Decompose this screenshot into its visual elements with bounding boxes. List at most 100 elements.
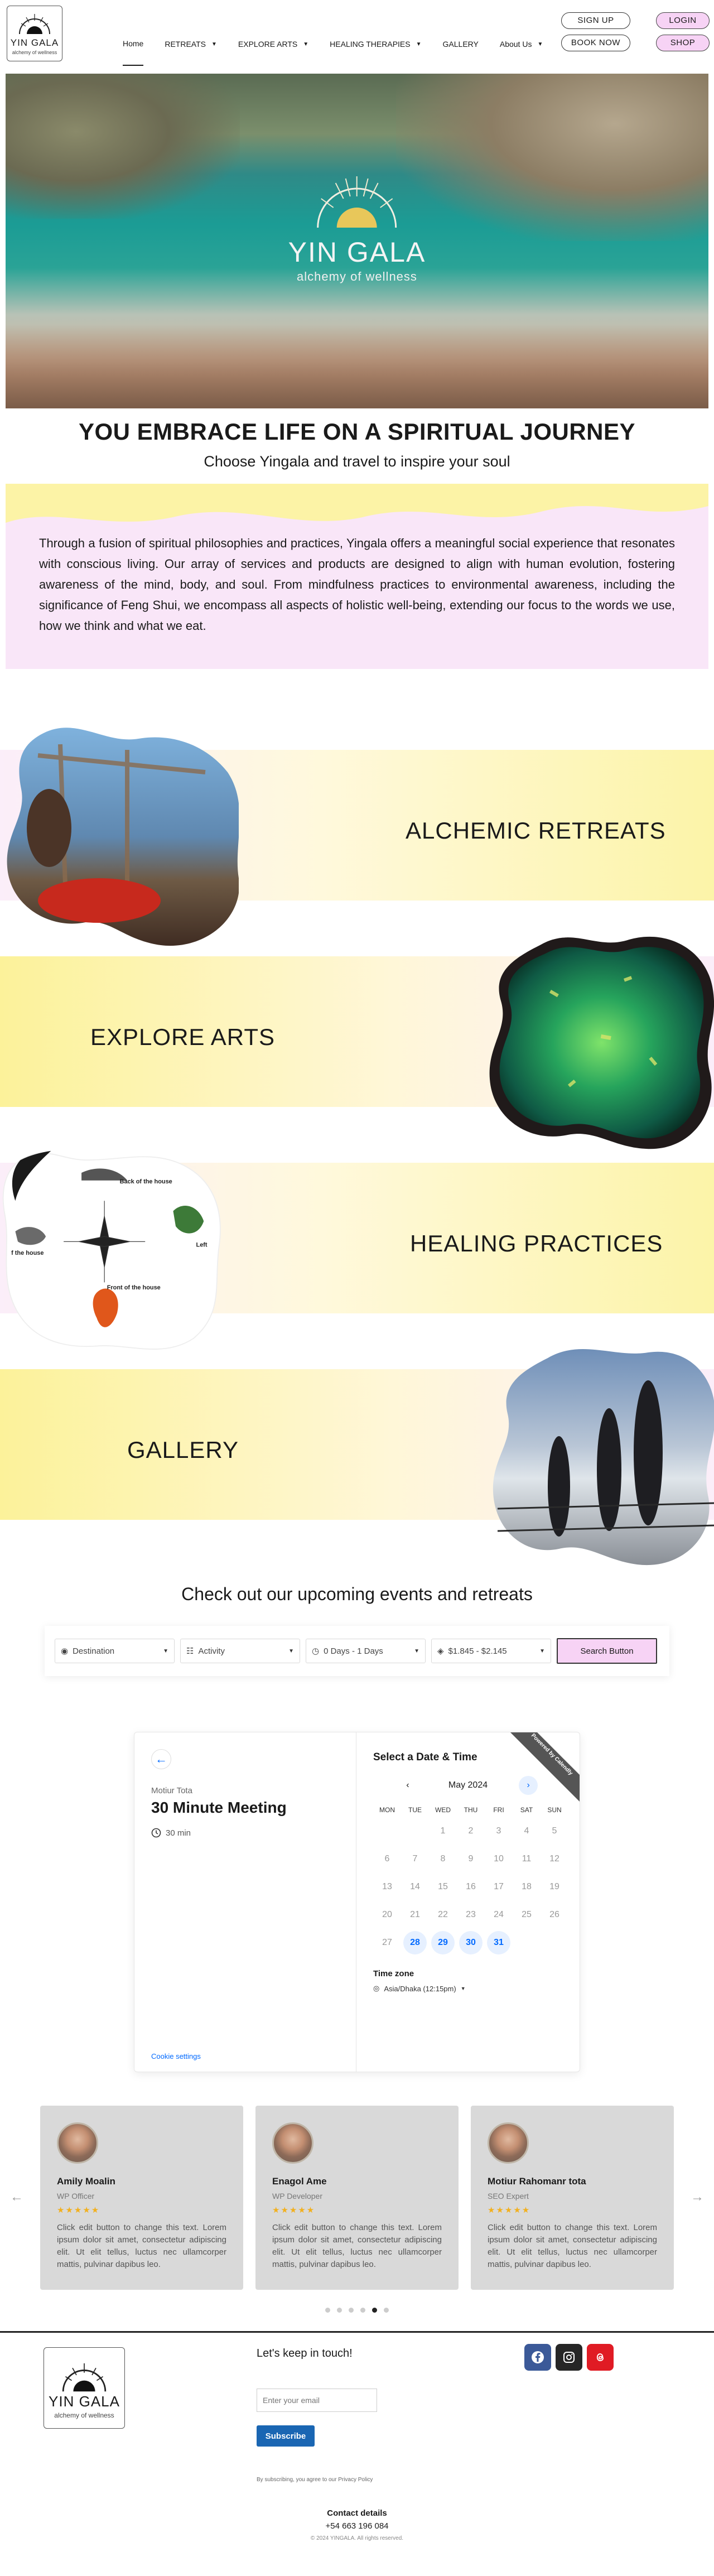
calendar-day-number: 19 [549,1882,559,1891]
nav-healing-therapies[interactable]: HEALING THERAPIES ▼ [330,40,421,52]
band-title-alchemic-retreats[interactable]: ALCHEMIC RETREATS [406,817,666,844]
threads-icon[interactable] [587,2344,614,2371]
weekday-label: WED [435,1806,451,1814]
calendar-day: 3 [485,1817,513,1845]
carousel-dot[interactable] [360,2308,365,2313]
instagram-icon[interactable] [556,2344,582,2371]
feng-shui-label-left: Left [196,1241,208,1248]
band-title-healing-practices[interactable]: HEALING PRACTICES [410,1230,663,1257]
signup-button[interactable]: SIGN UP [561,12,630,29]
footer-logo-tagline: alchemy of wellness [54,2411,114,2419]
calendar-day: 2 [457,1817,485,1845]
booking-calendar: Powered by Calendly Select a Date & Time… [356,1732,580,2072]
carousel-dot[interactable] [384,2308,389,2313]
carousel-dots [0,2308,714,2313]
nav-retreats[interactable]: RETREATS ▼ [165,40,217,52]
calendar-empty-cell [373,1817,401,1845]
nav-home[interactable]: Home [123,39,144,66]
newsletter-title: Let's keep in touch! [257,2347,353,2360]
feng-shui-label-front: Front of the house [107,1284,161,1291]
chevron-down-icon: ▼ [288,1648,294,1654]
price-select[interactable]: ◈ $1.845 - $2.145 ▼ [431,1639,551,1663]
calendar-day-number: 14 [410,1882,420,1891]
calendar-day: 25 [513,1901,541,1929]
band-title-gallery[interactable]: GALLERY [127,1437,239,1463]
calendar-day-number: 26 [549,1910,559,1919]
activity-select[interactable]: ☷ Activity ▼ [180,1639,300,1663]
testimonial-card: Enagol Ame WP Developer ★★★★★ Click edit bu… [255,2106,459,2290]
calendar-day: 8 [429,1845,457,1873]
testimonial-card: Motiur Rahomanr tota SEO Expert ★★★★★ Click… [471,2106,674,2290]
hero-logo: YIN GALA alchemy of wellness [288,174,426,284]
duration-select[interactable]: ◷ 0 Days - 1 Days ▼ [306,1639,426,1663]
nav-explore-arts-label: EXPLORE ARTS [238,40,298,49]
hero-banner: YIN GALA alchemy of wellness [6,74,708,408]
prev-month-icon[interactable]: ‹ [398,1776,417,1795]
carousel-dot[interactable] [325,2308,330,2313]
destination-select[interactable]: ◉ Destination ▼ [55,1639,175,1663]
search-button[interactable]: Search Button [557,1638,657,1664]
calendar-day: 10 [485,1845,513,1873]
footer-logo[interactable]: YIN GALA alchemy of wellness [44,2347,125,2429]
back-arrow-icon[interactable]: ← [151,1749,171,1769]
nav-healing-label: HEALING THERAPIES [330,40,411,49]
hero-subtitle: alchemy of wellness [297,269,417,283]
calendar-day: 21 [401,1901,429,1929]
nav-about-us[interactable]: About Us ▼ [500,40,543,52]
subscribe-button[interactable]: Subscribe [257,2425,315,2447]
shop-button[interactable]: SHOP [656,35,710,51]
cookie-settings-link[interactable]: Cookie settings [151,2052,201,2060]
calendar-day-available[interactable]: 28 [401,1929,429,1957]
timezone-select[interactable]: ◎ Asia/Dhaka (12:15pm) ▼ [373,1984,563,1993]
calendar-day: 22 [429,1901,457,1929]
testimonial-name: Amily Moalin [57,2176,115,2187]
contact-phone[interactable]: +54 663 196 084 [0,2521,714,2531]
band-healing-practices[interactable]: Back of the house Front of the house Lef… [0,1132,714,1350]
book-now-button[interactable]: BOOK NOW [561,35,630,51]
timezone-label: Time zone [373,1969,414,1978]
feng-shui-label-side: f the house [11,1250,44,1256]
nav-about-label: About Us [499,40,532,49]
calendar-day: 9 [457,1845,485,1873]
calendar-empty-cell [401,1817,429,1845]
testimonial-text: Click edit button to change this text. L… [272,2223,442,2269]
feng-shui-label-back: Back of the house [120,1178,172,1185]
nav-gallery[interactable]: GALLERY [443,40,479,52]
contact-title: Contact details [327,2508,387,2518]
newsletter-email-input[interactable] [257,2389,377,2412]
login-button[interactable]: LOGIN [656,12,710,29]
star-rating-icon: ★★★★★ [57,2206,100,2215]
carousel-next-icon[interactable]: → [691,2189,704,2205]
band-explore-arts[interactable]: EXPLORE ARTS [0,926,714,1149]
carousel-dot[interactable] [349,2308,354,2313]
carousel-dot[interactable] [337,2308,342,2313]
band-alchemic-retreats[interactable]: ALCHEMIC RETREATS [0,719,714,946]
calendar-day: 11 [513,1845,541,1873]
band-title-explore-arts[interactable]: EXPLORE ARTS [90,1024,275,1051]
testimonials-carousel: ← → Amily Moalin WP Officer ★★★★★ Click edi… [0,2106,714,2323]
site-logo[interactable]: YIN GALA alchemy of wellness [7,6,62,61]
clock-icon [151,1828,161,1838]
facebook-icon[interactable] [524,2344,551,2371]
band-gallery[interactable]: GALLERY [0,1338,714,1566]
price-tag-icon: ◈ [437,1646,444,1656]
calendar-day-number: 27 [382,1938,392,1947]
nav-explore-arts[interactable]: EXPLORE ARTS ▼ [238,40,308,52]
calendar-day-number: 1 [440,1826,446,1836]
star-rating-icon: ★★★★★ [272,2206,316,2215]
calendar-day-number: 31 [487,1931,510,1954]
calendar-day: 6 [373,1845,401,1873]
testimonial-role: WP Officer [57,2192,95,2201]
carousel-prev-icon[interactable]: ← [10,2189,23,2205]
calendar-day: 1 [429,1817,457,1845]
next-month-icon[interactable]: › [519,1776,538,1795]
retreat-image-blob [7,728,239,946]
calendar-day: 15 [429,1873,457,1901]
calendar-day-available[interactable]: 31 [485,1929,513,1957]
calendar-day-available[interactable]: 29 [429,1929,457,1957]
calendar-day-number: 28 [403,1931,427,1954]
calendar-day-number: 15 [438,1882,448,1891]
duration-select-value: 0 Days - 1 Days [324,1646,383,1656]
calendar-day-available[interactable]: 30 [457,1929,485,1957]
carousel-dot[interactable] [372,2308,377,2313]
